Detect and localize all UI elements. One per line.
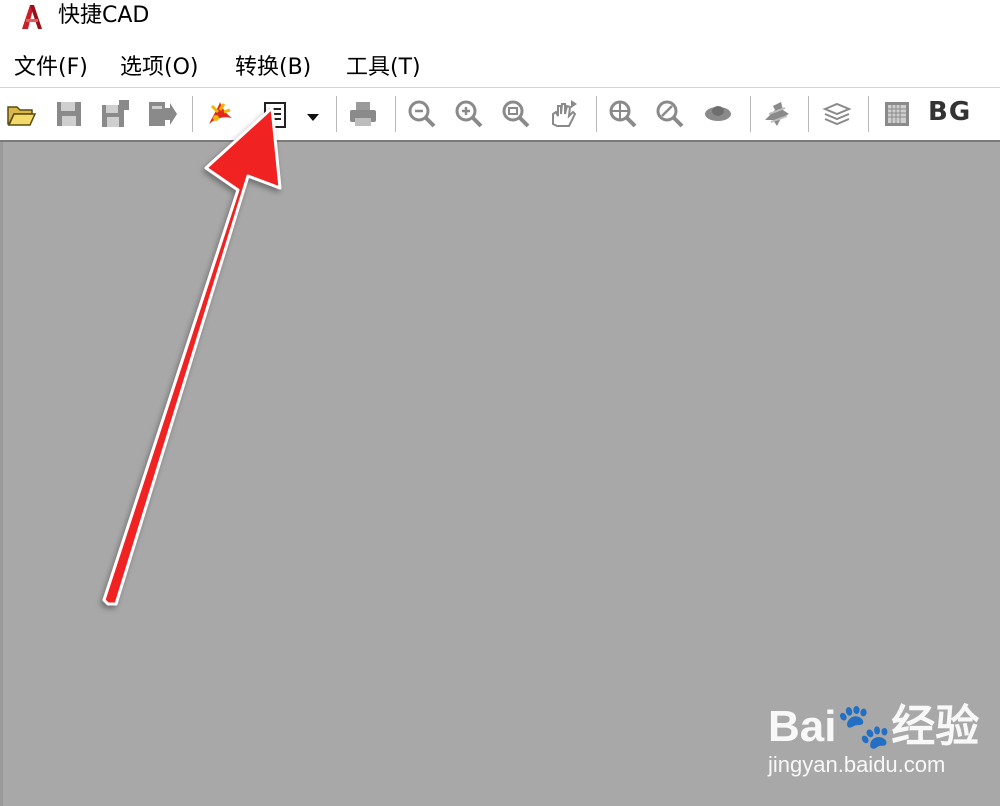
title-bar: 快捷CAD xyxy=(0,0,1000,34)
snap-settings-icon xyxy=(765,102,789,126)
pan-button[interactable] xyxy=(546,97,580,131)
snap-settings-button[interactable] xyxy=(760,97,794,131)
watermark-url: jingyan.baidu.com xyxy=(768,752,946,777)
background-color-button[interactable]: BG xyxy=(928,97,971,127)
pan-hand-icon xyxy=(552,100,577,127)
toolbar-separator xyxy=(868,96,870,132)
zoom-out-icon xyxy=(408,100,436,128)
print-icon xyxy=(350,102,376,126)
zoom-realtime-button[interactable] xyxy=(653,97,687,131)
toolbar-separator xyxy=(596,96,598,132)
toolbar-right-group xyxy=(0,88,1000,138)
watermark-logo: Bai🐾经验 xyxy=(768,702,980,751)
toolbar-separator xyxy=(750,96,752,132)
zoom-extents-icon xyxy=(609,100,637,128)
window-title: 快捷CAD xyxy=(58,3,150,28)
baidu-jingyan-watermark: Bai🐾经验 jingyan.baidu.com xyxy=(760,690,979,790)
orbit-view-button[interactable] xyxy=(701,97,735,131)
menu-file[interactable]: 文件(F) xyxy=(14,50,88,86)
zoom-in-button[interactable] xyxy=(452,97,486,131)
zoom-realtime-icon xyxy=(656,100,684,128)
grid-icon xyxy=(885,102,909,126)
layers-button[interactable] xyxy=(820,97,854,131)
layers-icon xyxy=(822,102,852,126)
zoom-extents-button[interactable] xyxy=(606,97,640,131)
zoom-out-button[interactable] xyxy=(405,97,439,131)
toolbar-separator xyxy=(336,96,338,132)
zoom-window-button[interactable] xyxy=(499,97,533,131)
autocad-red-a-icon xyxy=(22,5,42,29)
grid-button[interactable] xyxy=(880,97,914,131)
zoom-in-icon xyxy=(455,100,483,128)
toolbar-separator xyxy=(395,96,397,132)
menu-convert[interactable]: 转换(B) xyxy=(235,50,311,86)
menu-bar: 文件(F) 选项(O) 转换(B) 工具(T) xyxy=(0,50,1000,86)
orbit-view-icon xyxy=(705,106,731,121)
zoom-window-icon xyxy=(502,100,530,128)
toolbar-separator xyxy=(808,96,810,132)
print-button[interactable] xyxy=(346,97,380,131)
menu-options[interactable]: 选项(O) xyxy=(120,50,198,86)
menu-tools[interactable]: 工具(T) xyxy=(346,50,421,86)
